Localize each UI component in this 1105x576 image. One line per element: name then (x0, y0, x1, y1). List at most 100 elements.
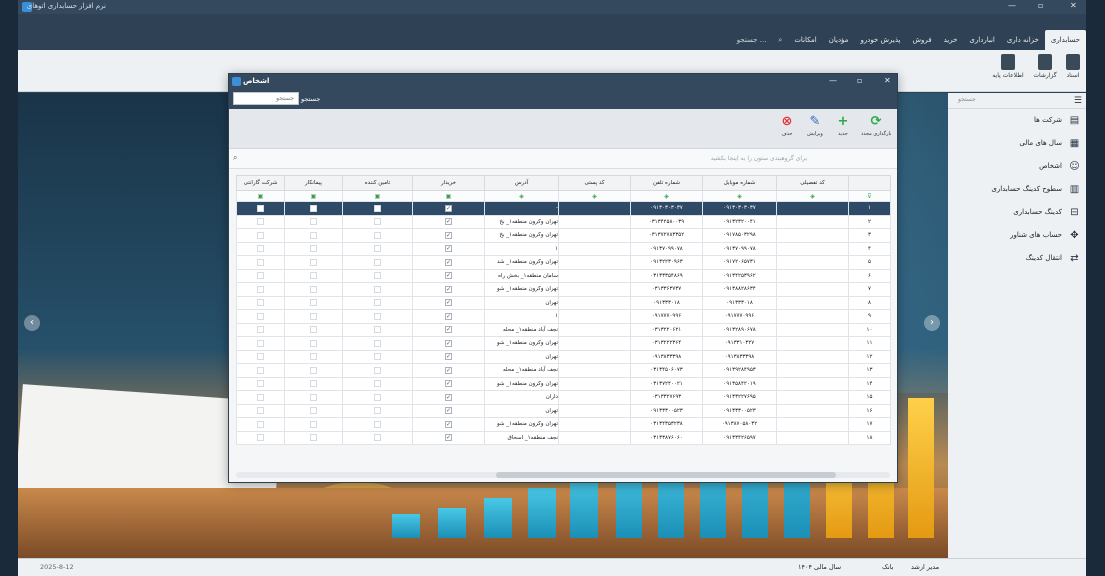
dialog-search-input[interactable] (233, 92, 299, 105)
checkbox[interactable] (374, 393, 381, 401)
checkbox[interactable] (374, 218, 381, 226)
prev-slide-button[interactable]: ‹ (24, 315, 40, 331)
sidebar-item-6[interactable]: ⇄ انتقال کدینگ (948, 248, 1086, 270)
checkbox[interactable] (257, 272, 264, 280)
cell-warranty[interactable] (236, 241, 285, 256)
dialog-close-button[interactable]: ✕ (884, 76, 891, 85)
cell-warranty[interactable] (236, 228, 285, 243)
table-row[interactable]: تهران وکرون منطقه۱_ بخ ۰۳۱۳۷۲۷۸۳۳۵۲۰۹۱۷۸۵… (236, 228, 891, 243)
checkbox[interactable] (445, 272, 452, 280)
checkbox[interactable] (310, 312, 317, 320)
cell-supplier[interactable] (342, 228, 413, 243)
cell-warranty[interactable] (236, 403, 285, 418)
cell-buyer[interactable] (412, 282, 485, 297)
cell-warranty[interactable] (236, 336, 285, 351)
sidebar-item-1[interactable]: ▦ سال های مالی (948, 133, 1086, 155)
cell-contractor[interactable] (284, 417, 343, 432)
cell-supplier[interactable] (342, 322, 413, 337)
filter-cell[interactable]: ▣ (284, 190, 343, 202)
checkbox[interactable] (374, 353, 381, 361)
tab-6[interactable]: مؤدیان (823, 30, 855, 50)
checkbox[interactable] (257, 204, 264, 212)
ribbon-documents-button[interactable]: اسناد (1058, 54, 1088, 79)
filter-cell[interactable]: ◈ (630, 190, 703, 202)
cell-supplier[interactable] (342, 295, 413, 310)
next-slide-button[interactable]: › (924, 315, 940, 331)
checkbox[interactable] (445, 420, 452, 428)
column-header[interactable]: تامین کننده (342, 175, 413, 191)
cell-warranty[interactable] (236, 349, 285, 364)
menu-icon[interactable]: ☰ (1074, 96, 1082, 106)
checkbox[interactable] (257, 353, 264, 361)
cell-supplier[interactable] (342, 349, 413, 364)
cell-contractor[interactable] (284, 228, 343, 243)
filter-cell[interactable]: ◈ (702, 190, 777, 202)
table-row[interactable]: ۱ ۰۹۱۷۷۷۰۹۹۶۰۹۱۷۷۷۰۹۹۶ ۹ (236, 309, 891, 324)
delete-button[interactable]: ⊗ حذف (772, 114, 802, 137)
tab-0[interactable]: حسابداری (1044, 30, 1086, 50)
checkbox[interactable] (445, 299, 452, 307)
checkbox[interactable] (445, 258, 452, 266)
table-row[interactable]: تهران وکرون منطقه۱_ شد ۰۹۱۳۲۲۳۰۹۶۳۰۹۱۷۲۰۶… (236, 255, 891, 270)
checkbox[interactable] (374, 204, 381, 212)
cell-supplier[interactable] (342, 255, 413, 270)
checkbox[interactable] (445, 393, 452, 401)
table-row[interactable]: داران ۰۳۱۳۳۲۷۶۹۳۰۹۱۳۳۲۲۷۶۹۵ ۱۵ (236, 390, 891, 405)
cell-warranty[interactable] (236, 268, 285, 283)
cell-contractor[interactable] (284, 363, 343, 378)
cell-buyer[interactable] (412, 349, 485, 364)
cell-warranty[interactable] (236, 295, 285, 310)
filter-cell[interactable]: ▣ (412, 190, 485, 202)
cell-supplier[interactable] (342, 430, 413, 445)
table-row[interactable]: تهران وکرون منطقه۱_ شو ۰۳۱۳۴۳۵۳۲۳۸۰۹۱۳۸۷۰… (236, 417, 891, 432)
cell-supplier[interactable] (342, 201, 413, 216)
tab-8[interactable]: ⌕ (772, 30, 788, 50)
filter-cell[interactable]: ◈ (558, 190, 631, 202)
cell-contractor[interactable] (284, 336, 343, 351)
cell-contractor[interactable] (284, 390, 343, 405)
cell-supplier[interactable] (342, 390, 413, 405)
checkbox[interactable] (445, 380, 452, 388)
cell-buyer[interactable] (412, 295, 485, 310)
maximize-button[interactable]: ▫ (1038, 1, 1043, 10)
table-row[interactable]: تهران وکرون منطقه۱_ شو ۰۳۱۳۲۲۲۳۶۴۰۹۱۳۳۱۰۳… (236, 336, 891, 351)
table-row[interactable]: نجف منطقه۱_ اسحاق ۰۳۱۳۳۸۷۶۰۶۰۰۹۱۳۳۴۲۶۵۹۷ ۱… (236, 430, 891, 445)
sidebar-item-5[interactable]: ✥ حساب های شناور (948, 225, 1086, 247)
checkbox[interactable] (445, 218, 452, 226)
cell-contractor[interactable] (284, 282, 343, 297)
column-header[interactable]: شرکت گارانتی (236, 175, 285, 191)
cell-warranty[interactable] (236, 282, 285, 297)
cell-warranty[interactable] (236, 309, 285, 324)
filter-row[interactable]: ▣ ▣ ▣ ▣ ◈ ◈ ◈ ◈ ◈ ⊽ (236, 190, 891, 202)
checkbox[interactable] (310, 366, 317, 374)
table-row[interactable]: ۱ ۰۹۱۳۷۰۹۹۰۷۸۰۹۱۳۷۰۹۹۰۷۸ ۴ (236, 241, 891, 256)
checkbox[interactable] (257, 299, 264, 307)
cell-supplier[interactable] (342, 403, 413, 418)
search-icon[interactable]: ⌕ (233, 153, 237, 163)
cell-buyer[interactable] (412, 390, 485, 405)
checkbox[interactable] (445, 353, 452, 361)
cell-buyer[interactable] (412, 228, 485, 243)
checkbox[interactable] (257, 366, 264, 374)
cell-warranty[interactable] (236, 430, 285, 445)
table-row[interactable]: تهران ۰۹۱۳۸۳۳۳۹۸۰۹۱۳۸۳۳۳۹۸ ۱۲ (236, 349, 891, 364)
table-row[interactable]: تهران وکرون منطقه۱_ شو ۰۳۱۳۷۲۴۰۰۲۱۰۹۱۳۵۸۴… (236, 376, 891, 391)
checkbox[interactable] (257, 245, 264, 253)
checkbox[interactable] (310, 299, 317, 307)
cell-warranty[interactable] (236, 201, 285, 216)
checkbox[interactable] (374, 420, 381, 428)
sidebar-item-2[interactable]: ☺ اشخاص (948, 156, 1086, 178)
tab-4[interactable]: فروش (906, 30, 937, 50)
checkbox[interactable] (310, 353, 317, 361)
checkbox[interactable] (257, 258, 264, 266)
column-header[interactable]: شماره موبایل (702, 175, 777, 191)
checkbox[interactable] (445, 326, 452, 334)
cell-supplier[interactable] (342, 309, 413, 324)
column-header[interactable]: شماره تلفن (630, 175, 703, 191)
checkbox[interactable] (374, 299, 381, 307)
cell-contractor[interactable] (284, 214, 343, 229)
checkbox[interactable] (310, 258, 317, 266)
cell-warranty[interactable] (236, 390, 285, 405)
checkbox[interactable] (374, 258, 381, 266)
cell-contractor[interactable] (284, 376, 343, 391)
